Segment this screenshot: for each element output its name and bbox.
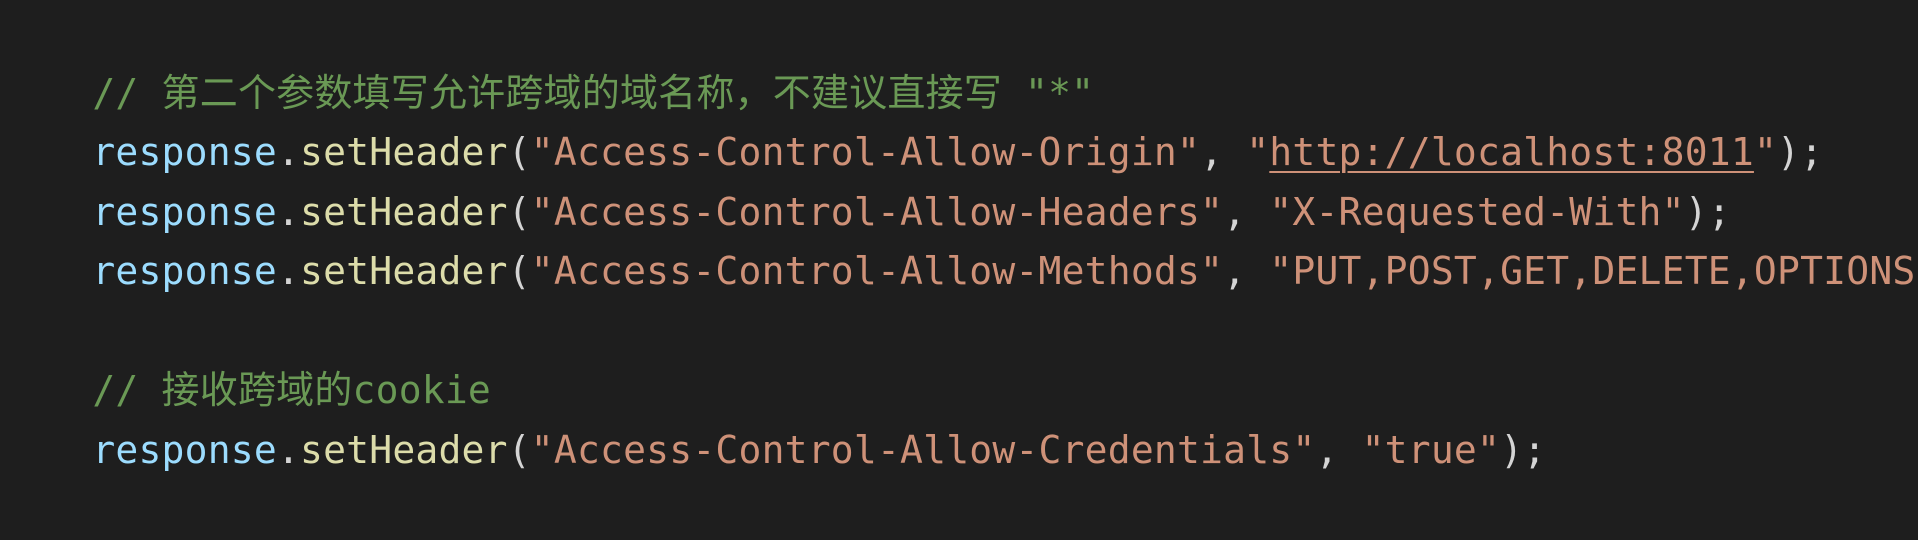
code-method: setHeader	[300, 249, 508, 293]
code-string-arg2: "PUT,POST,GET,DELETE,OPTIONS"	[1269, 249, 1918, 293]
code-method: setHeader	[300, 427, 508, 472]
code-dot: .	[276, 189, 301, 234]
code-object: response	[92, 427, 277, 472]
code-dot: .	[276, 130, 301, 174]
code-string-arg2: "X-Requested-With"	[1269, 189, 1685, 234]
code-object: response	[92, 130, 277, 174]
code-close-paren: );	[1684, 189, 1731, 234]
code-open-paren: (	[507, 249, 531, 293]
code-dot: .	[276, 427, 301, 472]
code-comment: // 第二个参数填写允许跨域的域名称，不建议直接写 "*"	[92, 70, 1095, 115]
code-comma: ,	[1200, 130, 1247, 174]
code-method: setHeader	[300, 130, 508, 174]
code-string-arg1: "Access-Control-Allow-Credentials"	[530, 427, 1316, 472]
code-method: setHeader	[300, 189, 508, 234]
code-close-paren: );	[1777, 130, 1824, 174]
code-comment: // 接收跨域的cookie	[92, 368, 492, 412]
code-string-arg1: "Access-Control-Allow-Headers"	[530, 189, 1224, 234]
code-close-paren: );	[1500, 427, 1547, 472]
code-dot: .	[276, 249, 301, 293]
code-string-arg1: "Access-Control-Allow-Methods"	[530, 249, 1224, 293]
code-object: response	[92, 189, 277, 234]
code-comma: ,	[1223, 189, 1270, 234]
code-editor[interactable]: // 第二个参数填写允许跨域的域名称，不建议直接写 "*" response.s…	[0, 0, 1918, 472]
code-line-6: // 接收跨域的cookie	[0, 302, 1918, 412]
code-quote-open: "	[1246, 130, 1270, 174]
code-open-paren: (	[507, 427, 531, 472]
code-open-paren: (	[507, 189, 531, 234]
code-line-1: // 第二个参数填写允许跨域的域名称，不建议直接写 "*"	[0, 4, 1918, 115]
code-comma: ,	[1223, 249, 1270, 293]
code-comma: ,	[1315, 427, 1362, 472]
code-url-link[interactable]: http://localhost:8011	[1269, 130, 1754, 174]
code-open-paren: (	[507, 130, 531, 174]
code-quote-close: "	[1753, 130, 1778, 174]
code-object: response	[92, 249, 277, 293]
code-string-arg2: "true"	[1361, 427, 1501, 472]
code-string-arg1: "Access-Control-Allow-Origin"	[530, 130, 1201, 174]
